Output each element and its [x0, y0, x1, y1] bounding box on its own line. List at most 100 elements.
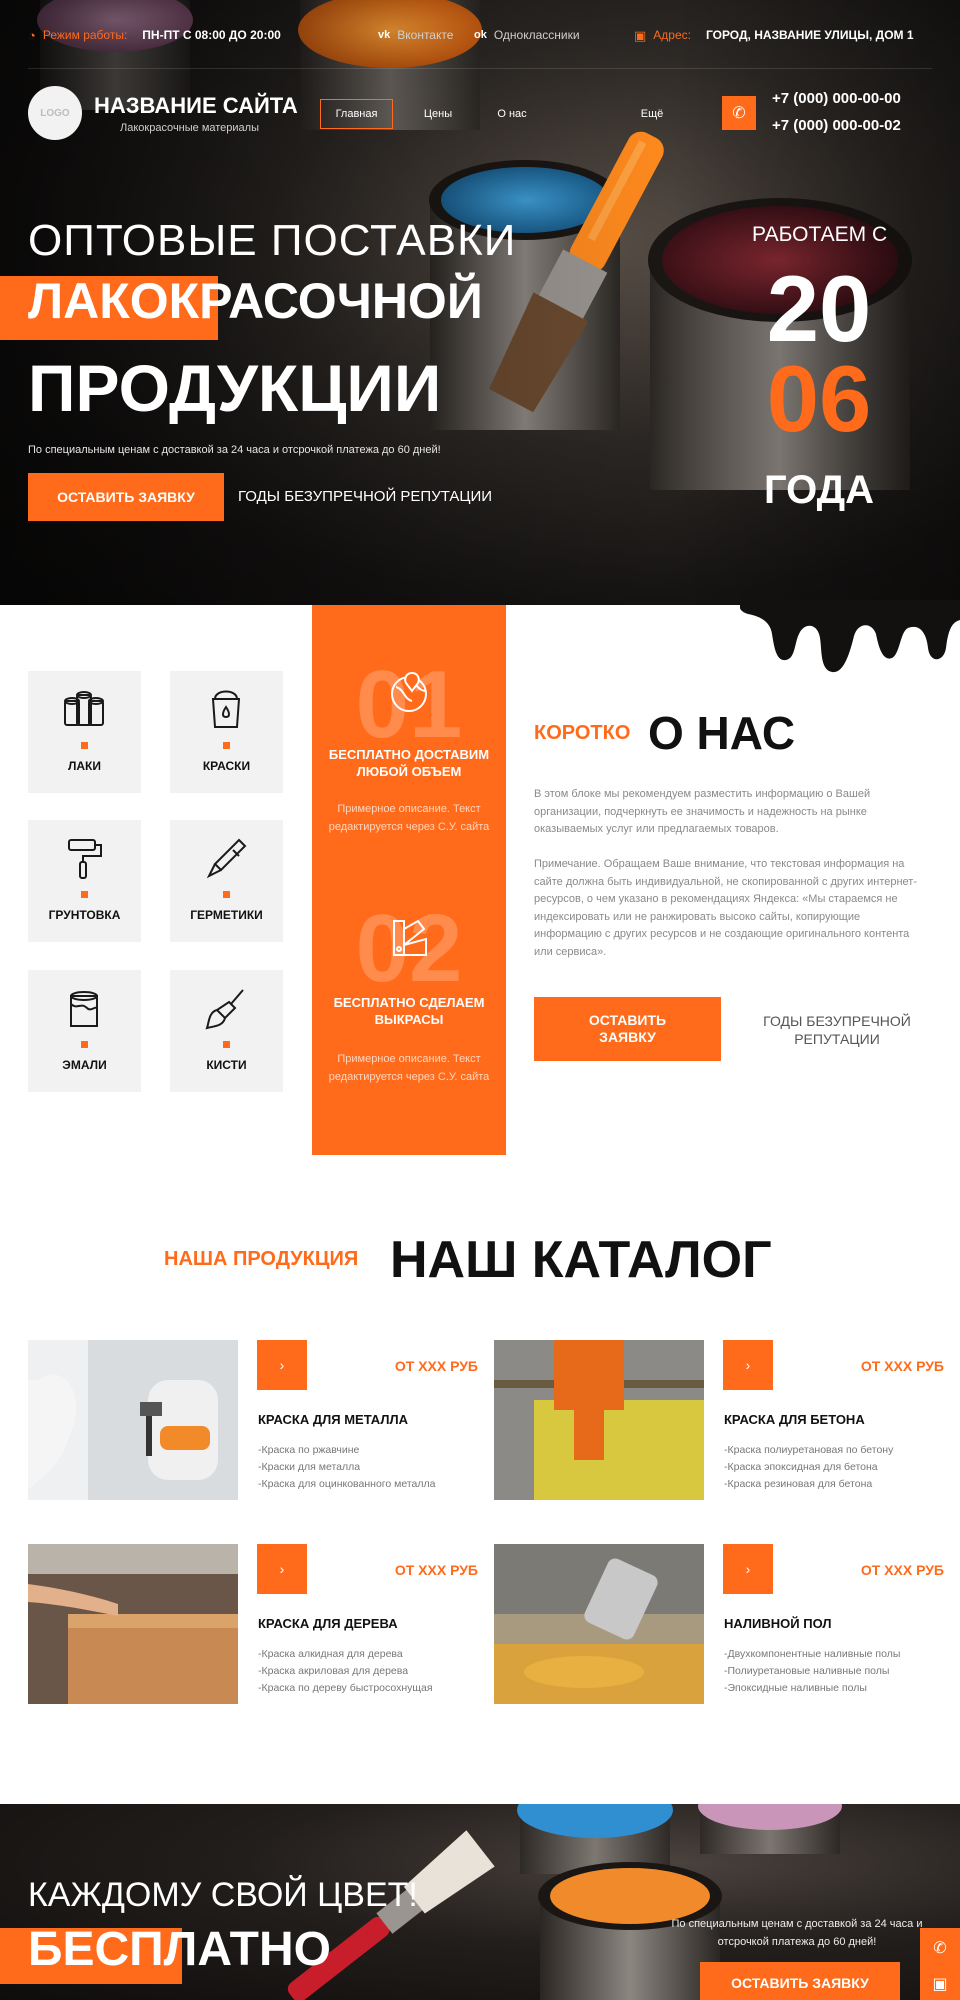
product-line: -Краска по ржавчине: [258, 1444, 360, 1456]
product-line: -Краска алкидная для дерева: [258, 1648, 403, 1660]
clock-icon: ◔: [28, 27, 36, 43]
category-card-primer[interactable]: ГРУНТОВКА: [28, 820, 141, 942]
product-name: КРАСКА ДЛЯ ДЕРЕВА: [258, 1616, 398, 1631]
card-accent-dot: [81, 891, 88, 898]
banner-title-line2: БЕСПЛАТНО: [28, 1923, 331, 1976]
phone-icon[interactable]: ✆: [722, 96, 756, 130]
site-title[interactable]: НАЗВАНИЕ САЙТА: [94, 93, 298, 119]
product-price: ОТ ХХХ РУБ: [394, 1562, 478, 1578]
feature-title: БЕСПЛАТНО СДЕЛАЕМ ВЫКРАСЫ: [333, 995, 485, 1027]
since-suffix: ГОДА: [763, 468, 875, 512]
nav-prices[interactable]: Цены: [418, 99, 458, 129]
product-line: -Двухкомпонентные наливные полы: [724, 1648, 901, 1660]
card-accent-dot: [223, 1041, 230, 1048]
header-divider: [28, 68, 932, 69]
work-hours-label: Режим работы:: [42, 28, 128, 42]
logo[interactable]: LOGO: [28, 86, 82, 140]
vk-link[interactable]: vk Вконтакте: [378, 24, 453, 46]
product-line: -Краска полиуретановая по бетону: [724, 1444, 894, 1456]
address-value: ГОРОД, НАЗВАНИЕ УЛИЦЫ, ДОМ 1: [705, 28, 914, 42]
category-label: ГЕРМЕТИКИ: [190, 908, 263, 922]
product-image-concrete: [494, 1340, 704, 1500]
product-line: -Краска для оцинкованного металла: [258, 1478, 436, 1490]
hero-title-line1: ОПТОВЫЕ ПОСТАВКИ: [28, 216, 517, 265]
vk-link-label: Вконтакте: [397, 28, 454, 42]
product-line: -Краски для металла: [258, 1461, 361, 1473]
about-cta-button[interactable]: ОСТАВИТЬ ЗАЯВКУ: [534, 997, 721, 1061]
hero-reputation: ГОДЫ БЕЗУПРЕЧНОЙ РЕПУТАЦИИ: [238, 488, 493, 505]
category-card-brushes[interactable]: КИСТИ: [170, 970, 283, 1092]
product-card[interactable]: › ОТ ХХХ РУБ НАЛИВНОЙ ПОЛ -Двухкомпонент…: [494, 1544, 952, 1704]
category-label: ГРУНТОВКА: [48, 908, 121, 922]
card-accent-dot: [81, 1041, 88, 1048]
category-label: ЛАКИ: [67, 759, 102, 773]
hero-title-line3: ПРОДУКЦИИ: [28, 351, 442, 425]
phone-2[interactable]: +7 (000) 000-00-02: [772, 117, 901, 134]
site-tagline: Лакокрасочные материалы: [120, 122, 259, 134]
nav-home[interactable]: Главная: [320, 99, 393, 129]
about-kicker: КОРОТКО: [534, 722, 631, 744]
catalog-kicker: НАША ПРОДУКЦИЯ: [164, 1248, 359, 1270]
category-card-enamels[interactable]: ЭМАЛИ: [28, 970, 141, 1092]
product-price: ОТ ХХХ РУБ: [394, 1358, 478, 1374]
product-name: КРАСКА ДЛЯ БЕТОНА: [724, 1412, 865, 1427]
product-card[interactable]: › ОТ ХХХ РУБ КРАСКА ДЛЯ БЕТОНА -Краска п…: [494, 1340, 952, 1500]
phone-1[interactable]: +7 (000) 000-00-00: [772, 90, 901, 107]
hero-section: ◔ Режим работы: ПН-ПТ С 08:00 ДО 20:00 v…: [0, 0, 960, 605]
ok-link[interactable]: ok Одноклассники: [474, 24, 580, 46]
product-name: КРАСКА ДЛЯ МЕТАЛЛА: [258, 1412, 408, 1427]
product-line: -Эпоксидные наливные полы: [724, 1682, 867, 1694]
cans-icon: [64, 691, 104, 726]
category-card-paints[interactable]: КРАСКИ: [170, 671, 283, 793]
card-accent-dot: [223, 742, 230, 749]
category-label: ЭМАЛИ: [62, 1058, 107, 1072]
product-price: ОТ ХХХ РУБ: [860, 1358, 944, 1374]
product-arrow-button[interactable]: ›: [723, 1544, 773, 1594]
banner-cta-button[interactable]: ОСТАВИТЬ ЗАЯВКУ: [700, 1962, 900, 2000]
product-line: -Краска по дереву быстросохнущая: [258, 1682, 433, 1694]
product-arrow-button[interactable]: ›: [257, 1340, 307, 1390]
product-arrow-button[interactable]: ›: [257, 1544, 307, 1594]
nav-about[interactable]: О нас: [490, 99, 534, 129]
ok-link-label: Одноклассники: [493, 28, 580, 42]
product-line: -Краска акриловая для дерева: [258, 1665, 409, 1677]
nav-more[interactable]: Ещё: [632, 99, 672, 129]
product-image-metal: [28, 1340, 238, 1500]
address: ▣ Адрес: ГОРОД, НАЗВАНИЕ УЛИЦЫ, ДОМ 1: [634, 24, 914, 46]
banner-subtitle: По специальным ценам с доставкой за 24 ч…: [671, 1918, 923, 1948]
palette-swatch-icon: [393, 919, 427, 956]
map-icon[interactable]: ▣: [920, 1968, 960, 2000]
product-image-wood: [28, 1544, 238, 1704]
product-line: -Полиуретановые наливные полы: [724, 1665, 890, 1677]
product-card[interactable]: › ОТ ХХХ РУБ КРАСКА ДЛЯ МЕТАЛЛА -Краска …: [28, 1340, 486, 1500]
sealant-gun-icon: [206, 838, 247, 879]
about-reputation: ГОДЫ БЕЗУПРЕЧНОЙ РЕПУТАЦИИ: [763, 1013, 911, 1048]
card-accent-dot: [223, 891, 230, 898]
work-hours: ◔ Режим работы: ПН-ПТ С 08:00 ДО 20:00: [28, 24, 281, 46]
vk-icon: vk: [378, 29, 391, 41]
paint-drip-decoration: [740, 600, 960, 673]
product-line: -Краска резиновая для бетона: [724, 1478, 873, 1490]
bucket-icon: [211, 690, 241, 728]
feature-title: БЕСПЛАТНО ДОСТАВИМ ЛЮБОЙ ОБЪЕМ: [328, 747, 490, 779]
since-label: РАБОТАЕМ С: [752, 223, 888, 246]
catalog-title: НАШ КАТАЛОГ: [390, 1231, 772, 1289]
category-label: КРАСКИ: [202, 759, 251, 773]
card-accent-dot: [81, 742, 88, 749]
category-label: КИСТИ: [206, 1058, 247, 1072]
category-card-lacquers[interactable]: ЛАКИ: [28, 671, 141, 793]
about-paragraph-2: Примечание. Обращаем Ваше внимание, что …: [534, 858, 918, 958]
hero-cta-button[interactable]: ОСТАВИТЬ ЗАЯВКУ: [28, 473, 224, 521]
work-hours-value: ПН-ПТ С 08:00 ДО 20:00: [142, 28, 281, 42]
map-icon: ▣: [634, 27, 647, 43]
product-arrow-button[interactable]: ›: [723, 1340, 773, 1390]
category-card-sealants[interactable]: ГЕРМЕТИКИ: [170, 820, 283, 942]
enamel-can-icon: [70, 991, 98, 1027]
product-image-floor: [494, 1544, 704, 1704]
product-card[interactable]: › ОТ ХХХ РУБ КРАСКА ДЛЯ ДЕРЕВА -Краска а…: [28, 1544, 486, 1704]
since-year-second: 06: [766, 346, 872, 451]
phone-icon[interactable]: ✆: [920, 1928, 960, 1968]
address-label: Адрес:: [653, 28, 691, 42]
brush-icon: [205, 989, 244, 1030]
features-column: 01 БЕСПЛАТНО ДОСТАВИМ ЛЮБОЙ ОБЪЕМ Пример…: [312, 605, 506, 1155]
